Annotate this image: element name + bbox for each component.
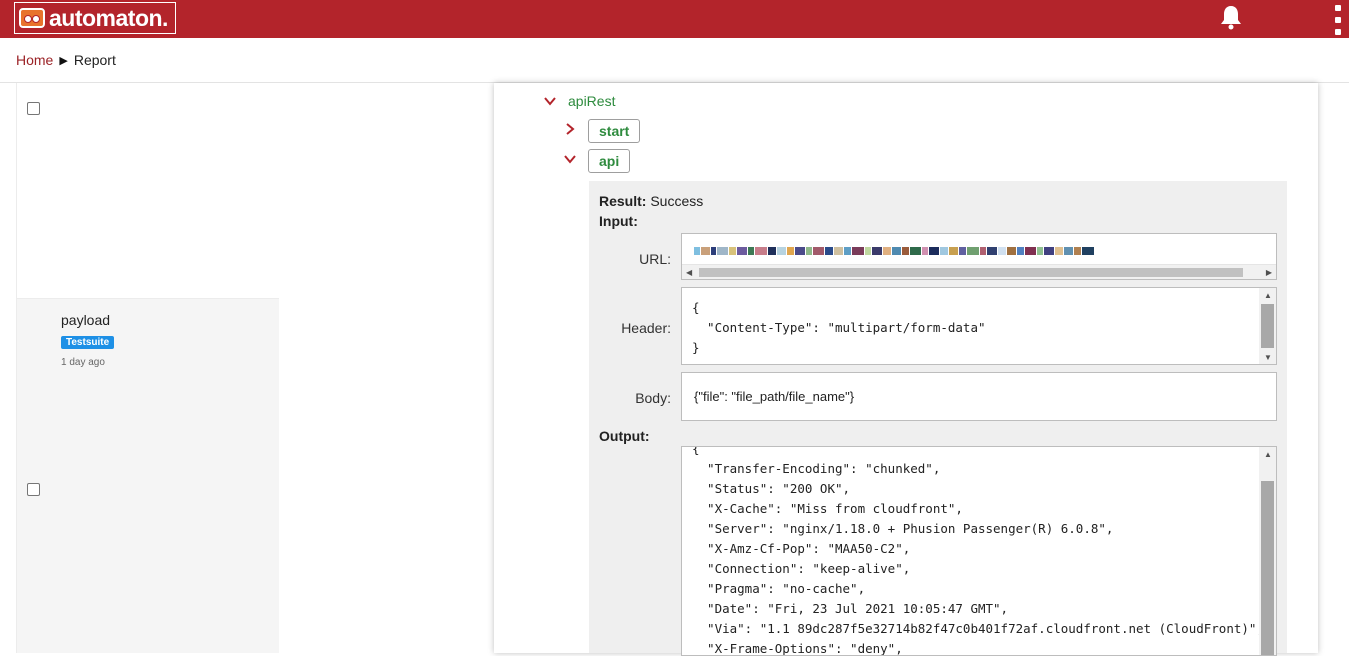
url-horizontal-scrollbar[interactable]: ◀ ▶ <box>682 264 1276 279</box>
bell-icon[interactable] <box>1219 4 1243 30</box>
url-value-redacted <box>694 243 1274 255</box>
result-value: Success <box>650 193 704 209</box>
body-label: Body: <box>635 390 671 406</box>
report-detail-card: apiRest start api Result: Success Input:… <box>494 83 1318 656</box>
app-logo[interactable]: automaton. <box>14 2 176 34</box>
item-badge: Testsuite <box>61 336 115 349</box>
output-value: { "Transfer-Encoding": "chunked", "Statu… <box>692 446 1264 656</box>
header-value: { "Content-Type": "multipart/form-data" … <box>692 300 986 355</box>
scrollbar-thumb[interactable] <box>699 268 1243 277</box>
tree-node-start[interactable]: start <box>588 119 641 143</box>
tree-node-api[interactable]: api <box>588 149 631 173</box>
tree-node-label: start <box>599 123 630 139</box>
breadcrumb-separator: ▶ <box>59 54 68 67</box>
url-label: URL: <box>639 251 671 267</box>
breadcrumb: Home ▶ Report <box>0 38 1349 83</box>
robot-logo-icon <box>19 8 45 28</box>
list-item[interactable]: payload Testsuite 1 day ago <box>17 299 279 653</box>
output-field[interactable]: { "Transfer-Encoding": "chunked", "Statu… <box>681 446 1277 656</box>
body-value: {"file": "file_path/file_name"} <box>694 389 855 404</box>
header-vertical-scrollbar[interactable]: ▲ ▼ <box>1259 288 1276 364</box>
result-label: Result: <box>599 193 647 209</box>
tree-node-apirest[interactable]: apiRest <box>568 93 615 109</box>
item-title: payload <box>61 312 111 328</box>
url-field[interactable]: ◀ ▶ <box>681 233 1277 280</box>
input-label: Input: <box>599 213 638 229</box>
scrollbar-thumb[interactable] <box>1261 481 1274 655</box>
tree-node-label: api <box>599 153 620 169</box>
chevron-down-icon[interactable] <box>544 95 556 107</box>
output-label: Output: <box>599 428 650 444</box>
top-bar: automaton. <box>0 0 1349 38</box>
app-name: automaton. <box>49 4 168 31</box>
item-checkbox[interactable] <box>27 102 40 115</box>
kebab-menu-icon[interactable] <box>1334 5 1342 35</box>
breadcrumb-current: Report <box>73 52 116 68</box>
header-label: Header: <box>621 320 671 336</box>
item-checkbox[interactable] <box>27 483 40 496</box>
breadcrumb-home[interactable]: Home <box>16 52 53 68</box>
result-row: Result: Success <box>599 193 703 209</box>
report-list: payload Testsuite 1 day ago <box>16 83 279 653</box>
body-field[interactable]: {"file": "file_path/file_name"} <box>681 372 1277 421</box>
chevron-down-icon[interactable] <box>564 153 576 165</box>
chevron-right-icon[interactable] <box>564 123 576 135</box>
step-detail-panel: Result: Success Input: URL: ◀ ▶ Header: … <box>589 181 1287 656</box>
output-vertical-scrollbar[interactable]: ▲ <box>1259 447 1276 655</box>
item-timestamp: 1 day ago <box>61 357 105 368</box>
header-field[interactable]: { "Content-Type": "multipart/form-data" … <box>681 287 1277 365</box>
scrollbar-thumb[interactable] <box>1261 304 1274 348</box>
list-item[interactable] <box>17 83 279 299</box>
